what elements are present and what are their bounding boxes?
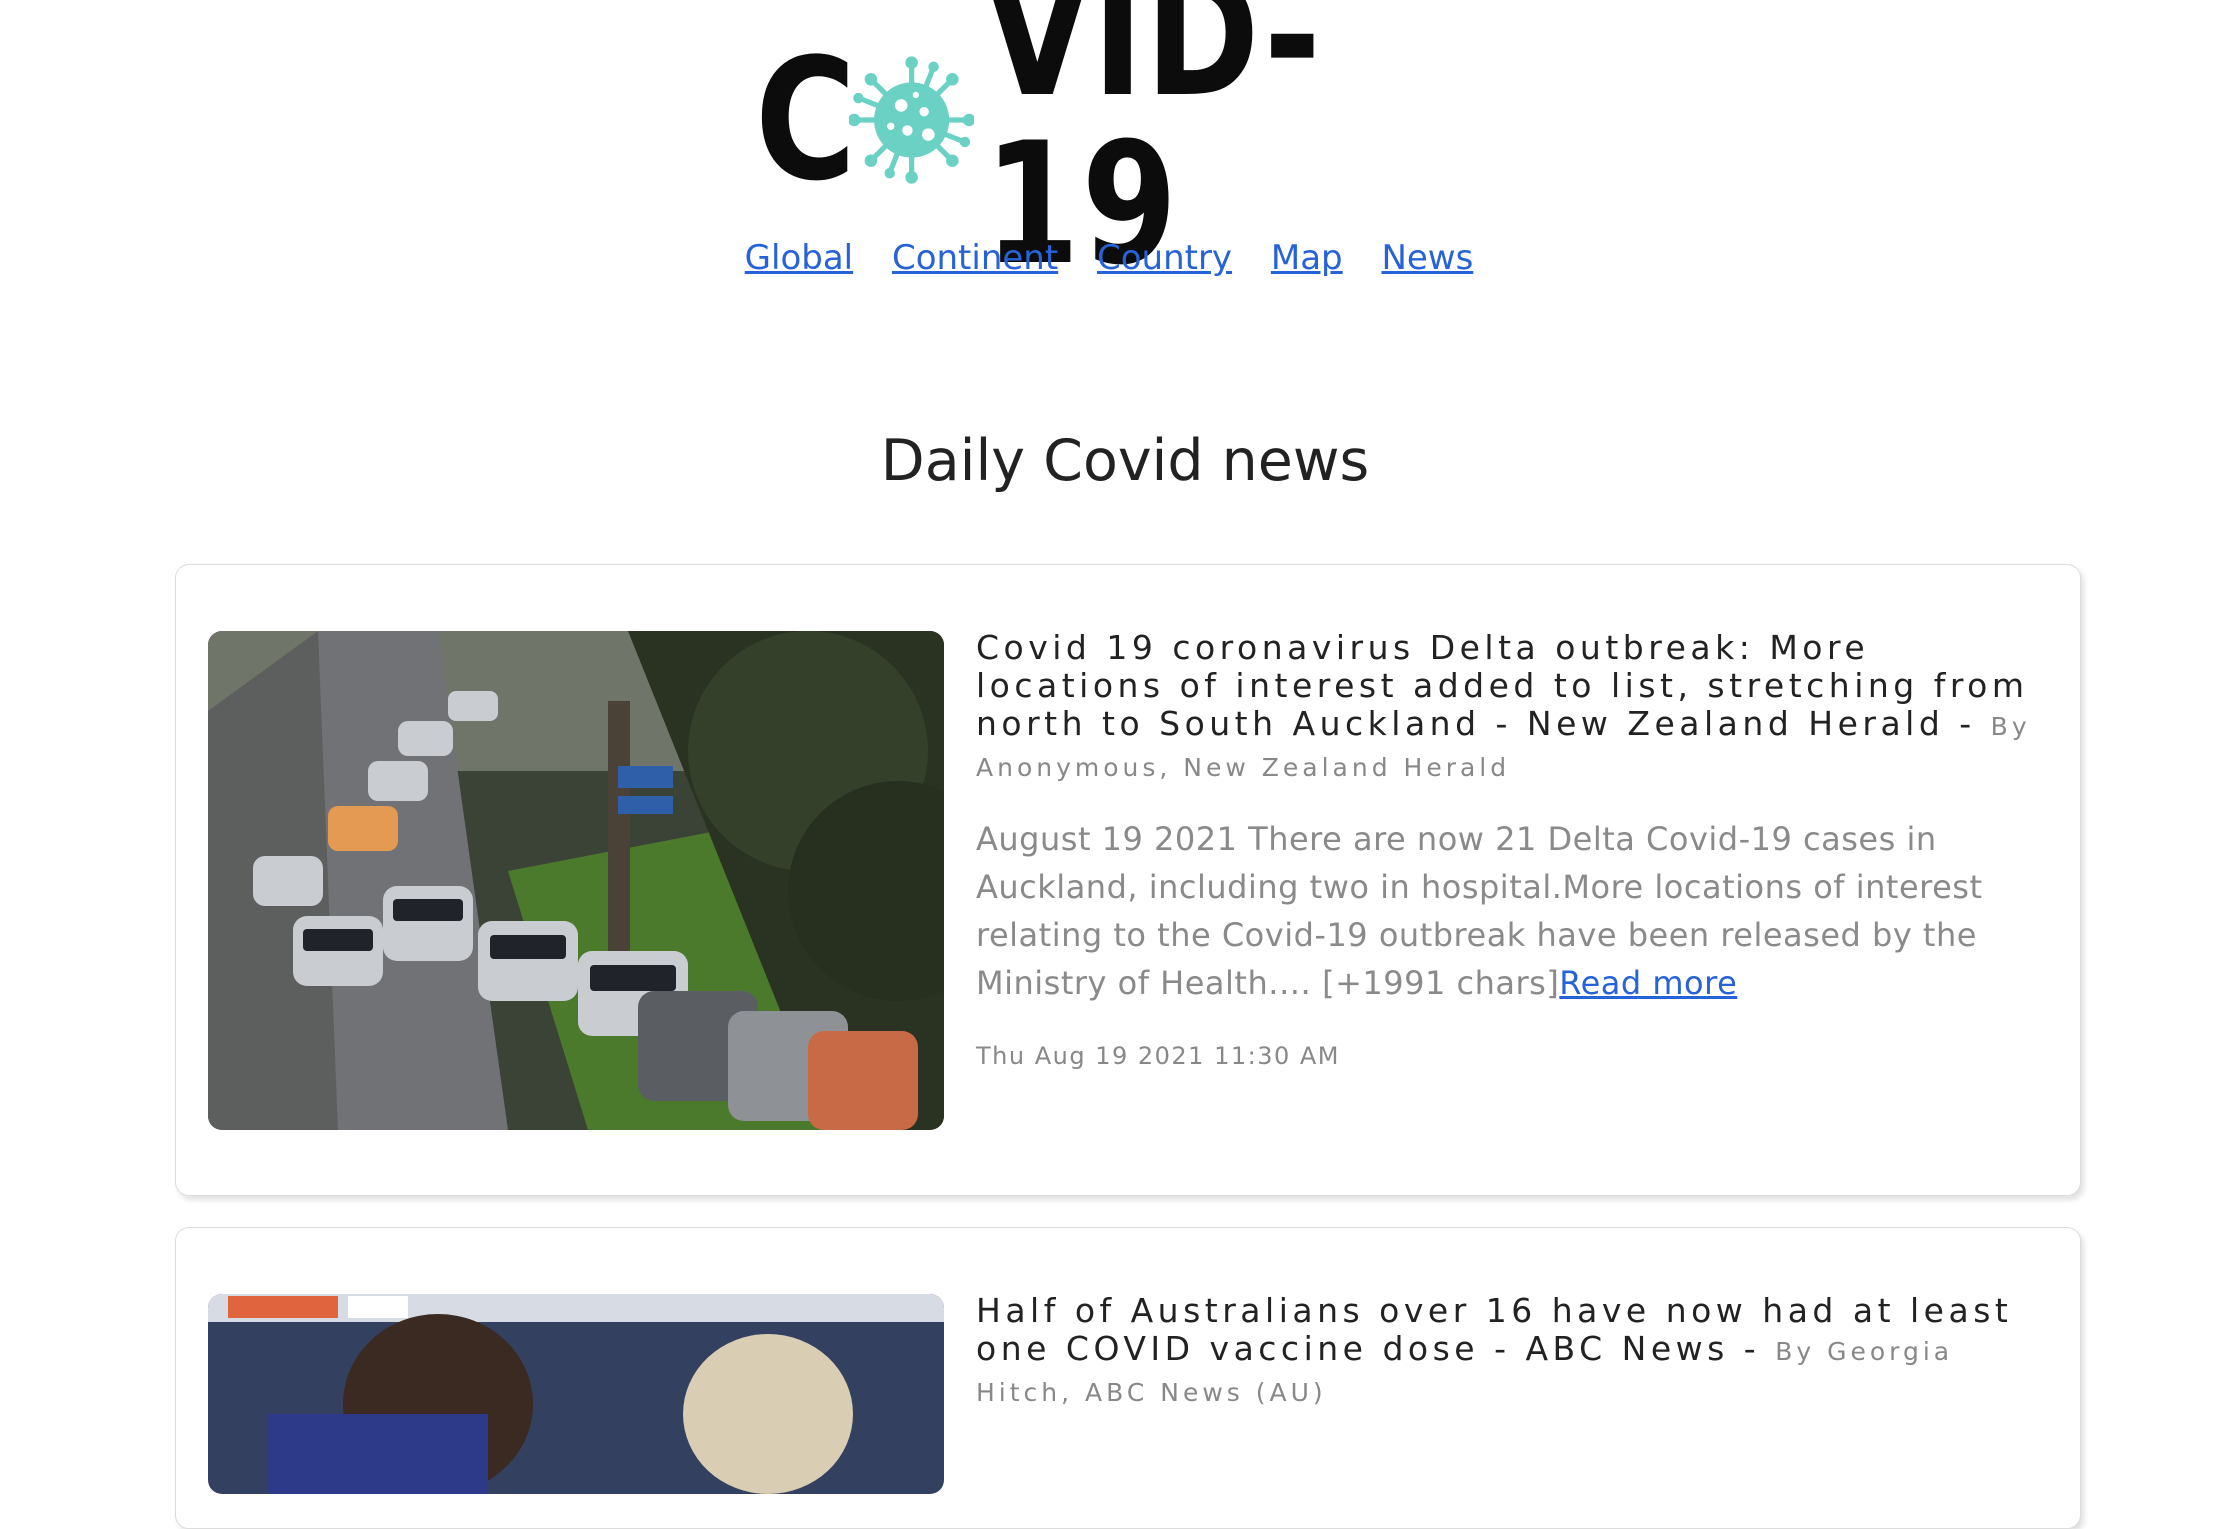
news-card: Covid 19 coronavirus Delta outbreak: Mor… (175, 564, 2081, 1196)
cars-queue-photo-icon (208, 631, 944, 1130)
article-summary: August 19 2021 There are now 21 Delta Co… (976, 820, 1983, 1002)
nav-link-map[interactable]: Map (1271, 238, 1343, 278)
article-headline[interactable]: Covid 19 coronavirus Delta outbreak: Mor… (976, 628, 2029, 743)
article-image (208, 1294, 944, 1494)
article-title[interactable]: Covid 19 coronavirus Delta outbreak: Mor… (976, 629, 2036, 787)
article-date: Thu Aug 19 2021 11:30 AM (976, 1042, 1340, 1070)
vaccination-photo-icon (208, 1294, 944, 1494)
news-card: Half of Australians over 16 have now had… (175, 1227, 2081, 1529)
nav-link-news[interactable]: News (1381, 238, 1473, 278)
article-description: August 19 2021 There are now 21 Delta Co… (976, 815, 1996, 1007)
virus-icon (849, 56, 975, 184)
nav-link-continent[interactable]: Continent (892, 238, 1058, 278)
read-more-link[interactable]: Read more (1559, 964, 1737, 1002)
logo-letter-c: C (755, 22, 858, 218)
article-title[interactable]: Half of Australians over 16 have now had… (976, 1292, 2036, 1412)
page-title: Daily Covid news (880, 428, 1370, 494)
nav-link-country[interactable]: Country (1097, 238, 1232, 278)
main-nav: Global Continent Country Map News (0, 238, 2218, 278)
site-logo: C VID-19 (755, 0, 1500, 288)
article-image (208, 631, 944, 1130)
nav-link-global[interactable]: Global (745, 238, 853, 278)
